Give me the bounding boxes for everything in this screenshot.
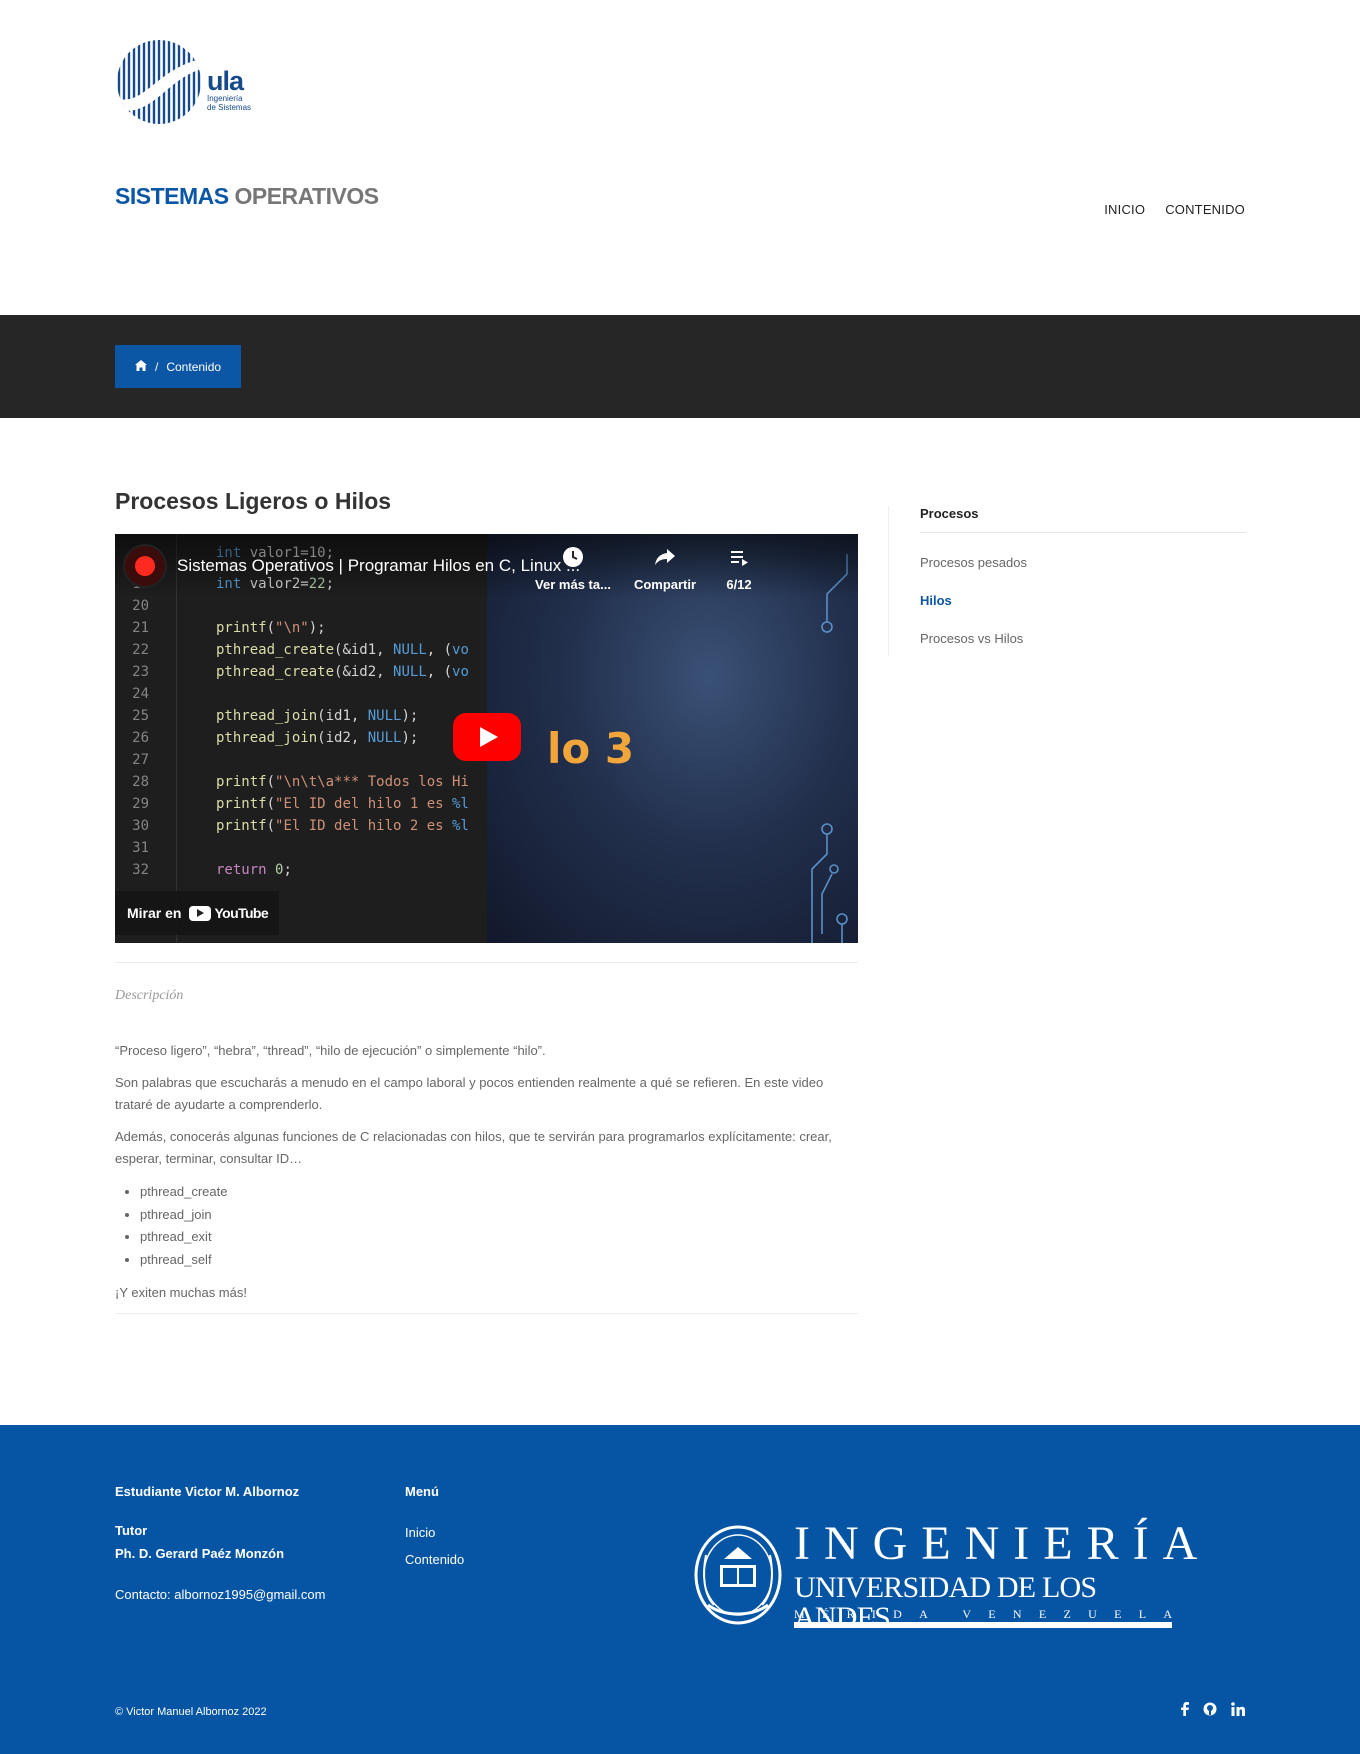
nav-contenido[interactable]: CONTENIDO — [1165, 202, 1245, 217]
ula-seal-icon — [694, 1525, 782, 1625]
breadcrumb-current: Contenido — [166, 359, 222, 374]
breadcrumb: / Contenido — [115, 345, 242, 388]
watch-on-label: Mirar en — [127, 905, 182, 921]
site-footer: Estudiante Victor M. Albornoz Tutor Ph. … — [0, 1425, 1360, 1754]
nav-inicio[interactable]: INICIO — [1104, 202, 1145, 217]
brand-underline — [794, 1622, 1172, 1628]
description-label: Descripción — [115, 988, 184, 1003]
brand-city-letter: E — [988, 1607, 996, 1621]
brand-city-letter: I — [871, 1607, 876, 1621]
video-art-title: lo 3 — [547, 724, 635, 773]
function-list: pthread_create pthread_join pthread_exit… — [140, 1181, 227, 1271]
clock-icon — [528, 546, 618, 573]
footer-menu-inicio[interactable]: Inicio — [405, 1525, 435, 1540]
brand-main: INGENIERÍA — [794, 1517, 1212, 1570]
logo-ula-text: ula — [207, 66, 244, 96]
sidebar-heading: Procesos — [920, 506, 979, 521]
brand-city-letter: A — [919, 1607, 928, 1621]
playlist-button[interactable]: 6/12 — [694, 546, 784, 592]
brand-city-letter: L — [1138, 1607, 1147, 1621]
sidebar-divider — [920, 532, 1246, 533]
brand-city-letter: D — [893, 1607, 902, 1621]
watch-later-label: Ver más ta... — [535, 577, 611, 592]
footer-tutor-name: Ph. D. Gerard Paéz Monzón — [115, 1546, 285, 1561]
site-header: ula Ingeniería de Sistemas SISTEMAS OPER… — [0, 0, 1360, 315]
list-item: pthread_create — [140, 1181, 227, 1204]
list-item: pthread_self — [140, 1249, 227, 1272]
watch-on-youtube[interactable]: Mirar en YouTube — [115, 891, 279, 935]
site-title-part2: OPERATIVOS — [234, 183, 379, 209]
ula-globe-icon — [117, 40, 201, 124]
youtube-wordmark: YouTube — [214, 905, 269, 921]
share-label: Compartir — [633, 577, 697, 592]
brand-city: M É R I D A V E N E Z U E L A — [794, 1607, 1172, 1622]
brand-city-letter: N — [1012, 1607, 1022, 1621]
main-nav: INICIO CONTENIDO — [1104, 202, 1245, 217]
list-item: pthread_join — [140, 1204, 227, 1227]
logo-wordmark: ula Ingeniería de Sistemas — [207, 66, 252, 113]
social-links — [1181, 1702, 1245, 1719]
facebook-icon[interactable] — [1181, 1702, 1189, 1719]
channel-avatar[interactable] — [123, 544, 167, 588]
logo-sub-2: de Sistemas — [207, 103, 252, 112]
playlist-icon — [694, 546, 784, 573]
brand-city-letter: U — [1088, 1607, 1097, 1621]
brand-city-letter: E — [1038, 1607, 1047, 1621]
description-para-2: Son palabras que escucharás a menudo en … — [115, 1075, 824, 1112]
brand-city-letter: A — [1163, 1607, 1172, 1621]
footer-menu-contenido[interactable]: Contenido — [405, 1552, 464, 1567]
linkedin-icon[interactable] — [1231, 1702, 1245, 1719]
github-icon[interactable] — [1203, 1702, 1217, 1719]
footer-copyright: © Victor Manuel Albornoz 2022 — [115, 1706, 267, 1718]
playlist-position: 6/12 — [726, 577, 752, 592]
watch-later-button[interactable]: Ver más ta... — [528, 546, 618, 592]
breadcrumb-separator: / — [155, 359, 159, 374]
content-divider-bottom — [115, 1313, 858, 1314]
footer-student: Estudiante Victor M. Albornoz — [115, 1484, 300, 1499]
footer-tutor-label: Tutor — [115, 1523, 148, 1538]
description-para-3: Además, conocerás algunas funciones de C… — [115, 1129, 832, 1166]
sidebar-item-procesos-pesados[interactable]: Procesos pesados — [920, 555, 1027, 570]
sidebar: Procesos Procesos pesados Hilos Procesos… — [888, 506, 1246, 656]
brand-city-letter: V — [962, 1607, 972, 1621]
home-icon[interactable] — [135, 359, 147, 374]
content-divider-top — [115, 962, 858, 963]
play-button[interactable] — [453, 713, 521, 761]
ula-logo[interactable]: ula Ingeniería de Sistemas — [115, 38, 275, 128]
brand-city-letter: É — [821, 1607, 830, 1621]
brand-city-letter: R — [846, 1607, 855, 1621]
youtube-embed[interactable]: 18int valor1=10; 19int valor2=22; 20 21p… — [115, 534, 858, 943]
youtube-play-icon — [189, 905, 212, 921]
sidebar-item-procesos-vs-hilos[interactable]: Procesos vs Hilos — [920, 631, 1023, 646]
footer-menu-heading: Menú — [405, 1484, 439, 1499]
footer-contact[interactable]: Contacto: albornoz1995@gmail.com — [115, 1587, 325, 1602]
list-item: pthread_exit — [140, 1226, 227, 1249]
description-para-4: ¡Y exiten muchas más! — [115, 1285, 247, 1300]
sidebar-item-hilos[interactable]: Hilos — [920, 593, 952, 608]
breadcrumb-band: / Contenido — [0, 315, 1360, 418]
page-title: Procesos Ligeros o Hilos — [115, 488, 392, 514]
site-title-part1: SISTEMAS — [115, 183, 229, 209]
brand-city-letter: E — [1114, 1607, 1122, 1621]
brand-city-letter: M — [794, 1607, 805, 1621]
description-para-1: “Proceso ligero”, “hebra”, “thread”, “hi… — [115, 1043, 546, 1058]
youtube-logo: YouTube — [189, 905, 269, 921]
ingenieria-ula-logo: INGENIERÍA UNIVERSIDAD DE LOS ANDES M É … — [694, 1519, 1197, 1633]
brand-city-letter: Z — [1063, 1607, 1071, 1621]
site-title[interactable]: SISTEMAS OPERATIVOS — [115, 183, 379, 210]
logo-sub-1: Ingeniería — [207, 94, 243, 103]
